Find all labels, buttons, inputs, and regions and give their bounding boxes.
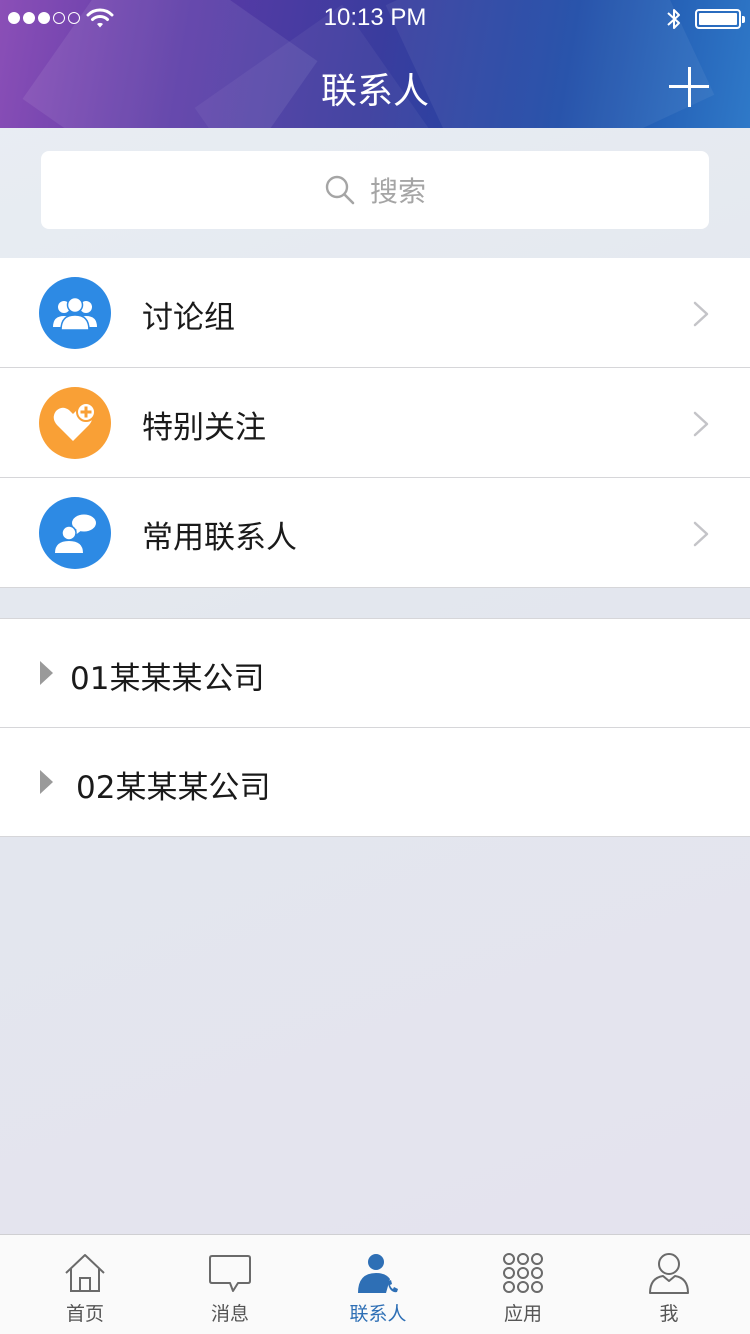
search-icon [325, 175, 355, 205]
battery-icon [695, 9, 745, 29]
tab-label: 我 [659, 1303, 679, 1325]
tab-contacts[interactable]: 联系人 [303, 1235, 453, 1334]
home-icon [65, 1254, 105, 1292]
company-label: 01某某某公司 [70, 661, 265, 697]
menu-item-special-follow[interactable]: 特别关注 [0, 368, 750, 478]
heart-plus-icon [39, 387, 111, 459]
menu-item-label: 特别关注 [142, 410, 266, 446]
chevron-right-icon [693, 411, 709, 437]
message-icon [209, 1255, 251, 1292]
contact-chat-icon [39, 497, 111, 569]
chevron-right-icon [693, 301, 709, 327]
status-time: 10:13 PM [323, 4, 427, 31]
contacts-icon [358, 1254, 398, 1293]
profile-icon [649, 1253, 689, 1294]
tab-label: 消息 [210, 1303, 249, 1325]
status-bar: 10:13 PM [0, 0, 750, 40]
menu-list: 讨论组 特别关注 常用联系人 [0, 258, 750, 588]
chevron-right-icon [693, 521, 709, 547]
company-label: 02某某某公司 [76, 770, 271, 806]
tab-home[interactable]: 首页 [10, 1235, 160, 1334]
tab-messages[interactable]: 消息 [155, 1235, 305, 1334]
page-title: 联系人 [320, 71, 429, 112]
company-group-item[interactable]: 01某某某公司 [0, 619, 750, 728]
tab-label: 应用 [503, 1303, 542, 1325]
menu-item-discussion-groups[interactable]: 讨论组 [0, 258, 750, 368]
company-group-item[interactable]: 02某某某公司 [0, 728, 750, 837]
group-icon [39, 277, 111, 349]
header: 10:13 PM 联系人 [0, 0, 750, 128]
menu-item-label: 讨论组 [142, 300, 235, 336]
tab-label: 首页 [65, 1303, 104, 1325]
search-input[interactable]: 搜索 [41, 151, 709, 229]
tab-bar: 首页 消息 联系人 应用 我 [0, 1234, 750, 1334]
bluetooth-icon [667, 9, 680, 29]
menu-item-label: 常用联系人 [142, 520, 297, 556]
add-contact-button[interactable] [664, 62, 714, 112]
menu-item-frequent-contacts[interactable]: 常用联系人 [0, 478, 750, 588]
company-list: 01某某某公司 02某某某公司 [0, 618, 750, 837]
search-area: 搜索 [0, 128, 750, 258]
tab-apps[interactable]: 应用 [448, 1235, 598, 1334]
expand-triangle-icon [40, 770, 53, 794]
expand-triangle-icon [40, 661, 53, 685]
search-placeholder: 搜索 [369, 175, 426, 208]
apps-grid-icon [503, 1253, 543, 1293]
tab-me[interactable]: 我 [594, 1235, 744, 1334]
tab-label: 联系人 [349, 1303, 407, 1325]
